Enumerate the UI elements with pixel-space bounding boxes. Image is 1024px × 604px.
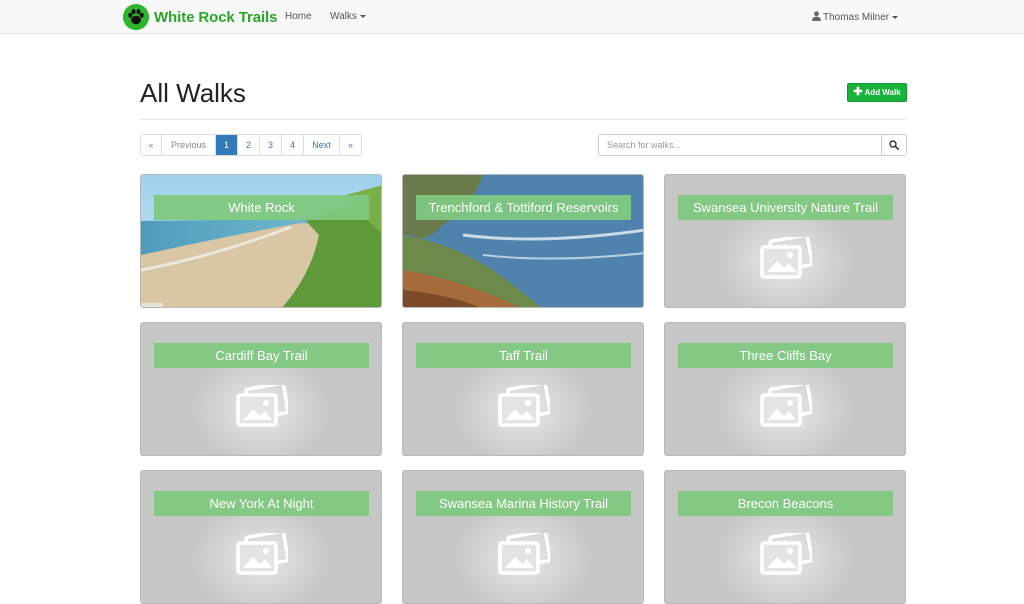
nav-walks-label: Walks [330, 11, 357, 22]
image-placeholder-icon [498, 533, 550, 575]
page-4-button[interactable]: 4 [282, 135, 304, 155]
page-3-button[interactable]: 3 [260, 135, 282, 155]
brand-link[interactable]: White Rock Trails [123, 4, 277, 30]
plus-icon: ✚ [853, 86, 863, 98]
search-button[interactable] [881, 134, 907, 156]
walk-card-1[interactable]: Trenchford & Tottiford Reservoirs [402, 174, 644, 308]
walk-card-8[interactable]: Brecon Beacons [664, 470, 906, 604]
brand-name: White Rock Trails [154, 8, 278, 26]
walk-card-2[interactable]: Swansea University Nature Trail [664, 174, 906, 308]
search-input[interactable] [598, 134, 881, 156]
image-placeholder-icon [760, 237, 812, 279]
walk-card-title: Swansea Marina History Trail [416, 491, 631, 516]
page-previous-button[interactable]: Previous [162, 135, 216, 155]
add-walk-label: Add Walk [864, 88, 901, 97]
page-first-button[interactable]: « [141, 135, 162, 155]
image-placeholder-icon [760, 533, 812, 575]
image-placeholder-icon [760, 385, 812, 427]
walk-card-7[interactable]: Swansea Marina History Trail [402, 470, 644, 604]
walk-card-title: Three Cliffs Bay [678, 343, 893, 368]
image-placeholder-icon [236, 385, 288, 427]
paw-icon [123, 4, 149, 30]
walk-card-title: White Rock [154, 195, 369, 220]
add-walk-button[interactable]: ✚ Add Walk [847, 83, 907, 102]
user-icon [812, 11, 821, 21]
page-next-button[interactable]: Next [304, 135, 340, 155]
walk-card-title: Cardiff Bay Trail [154, 343, 369, 368]
user-menu-dropdown[interactable]: Thomas Milner [812, 11, 899, 23]
caret-down-icon [892, 15, 899, 19]
search-group [598, 134, 907, 156]
page-1-button[interactable]: 1 [216, 135, 238, 155]
walk-card-0[interactable]: White Rock [140, 174, 382, 308]
pagination: « Previous 1 2 3 4 Next » [140, 134, 362, 156]
nav-walks-dropdown[interactable]: Walks [330, 11, 366, 22]
caret-down-icon [359, 14, 366, 18]
nav-home-link[interactable]: Home [285, 11, 312, 22]
page-2-button[interactable]: 2 [238, 135, 260, 155]
walk-card-title: Taff Trail [416, 343, 631, 368]
page-title: All Walks [140, 78, 246, 108]
walk-card-title: New York At Night [154, 491, 369, 516]
walk-card-6[interactable]: New York At Night [140, 470, 382, 604]
walk-card-title: Swansea University Nature Trail [678, 195, 893, 220]
image-placeholder-icon [498, 385, 550, 427]
search-icon [889, 140, 899, 150]
user-name: Thomas Milner [823, 12, 890, 23]
page-last-button[interactable]: » [340, 135, 361, 155]
walk-card-5[interactable]: Three Cliffs Bay [664, 322, 906, 456]
walk-card-title: Brecon Beacons [678, 491, 893, 516]
top-navbar: White Rock Trails Home Walks Thomas Miln… [0, 0, 1024, 34]
walk-card-4[interactable]: Taff Trail [402, 322, 644, 456]
header-divider [140, 119, 907, 120]
image-placeholder-icon [236, 533, 288, 575]
walk-card-title: Trenchford & Tottiford Reservoirs [416, 195, 631, 220]
walk-card-3[interactable]: Cardiff Bay Trail [140, 322, 382, 456]
